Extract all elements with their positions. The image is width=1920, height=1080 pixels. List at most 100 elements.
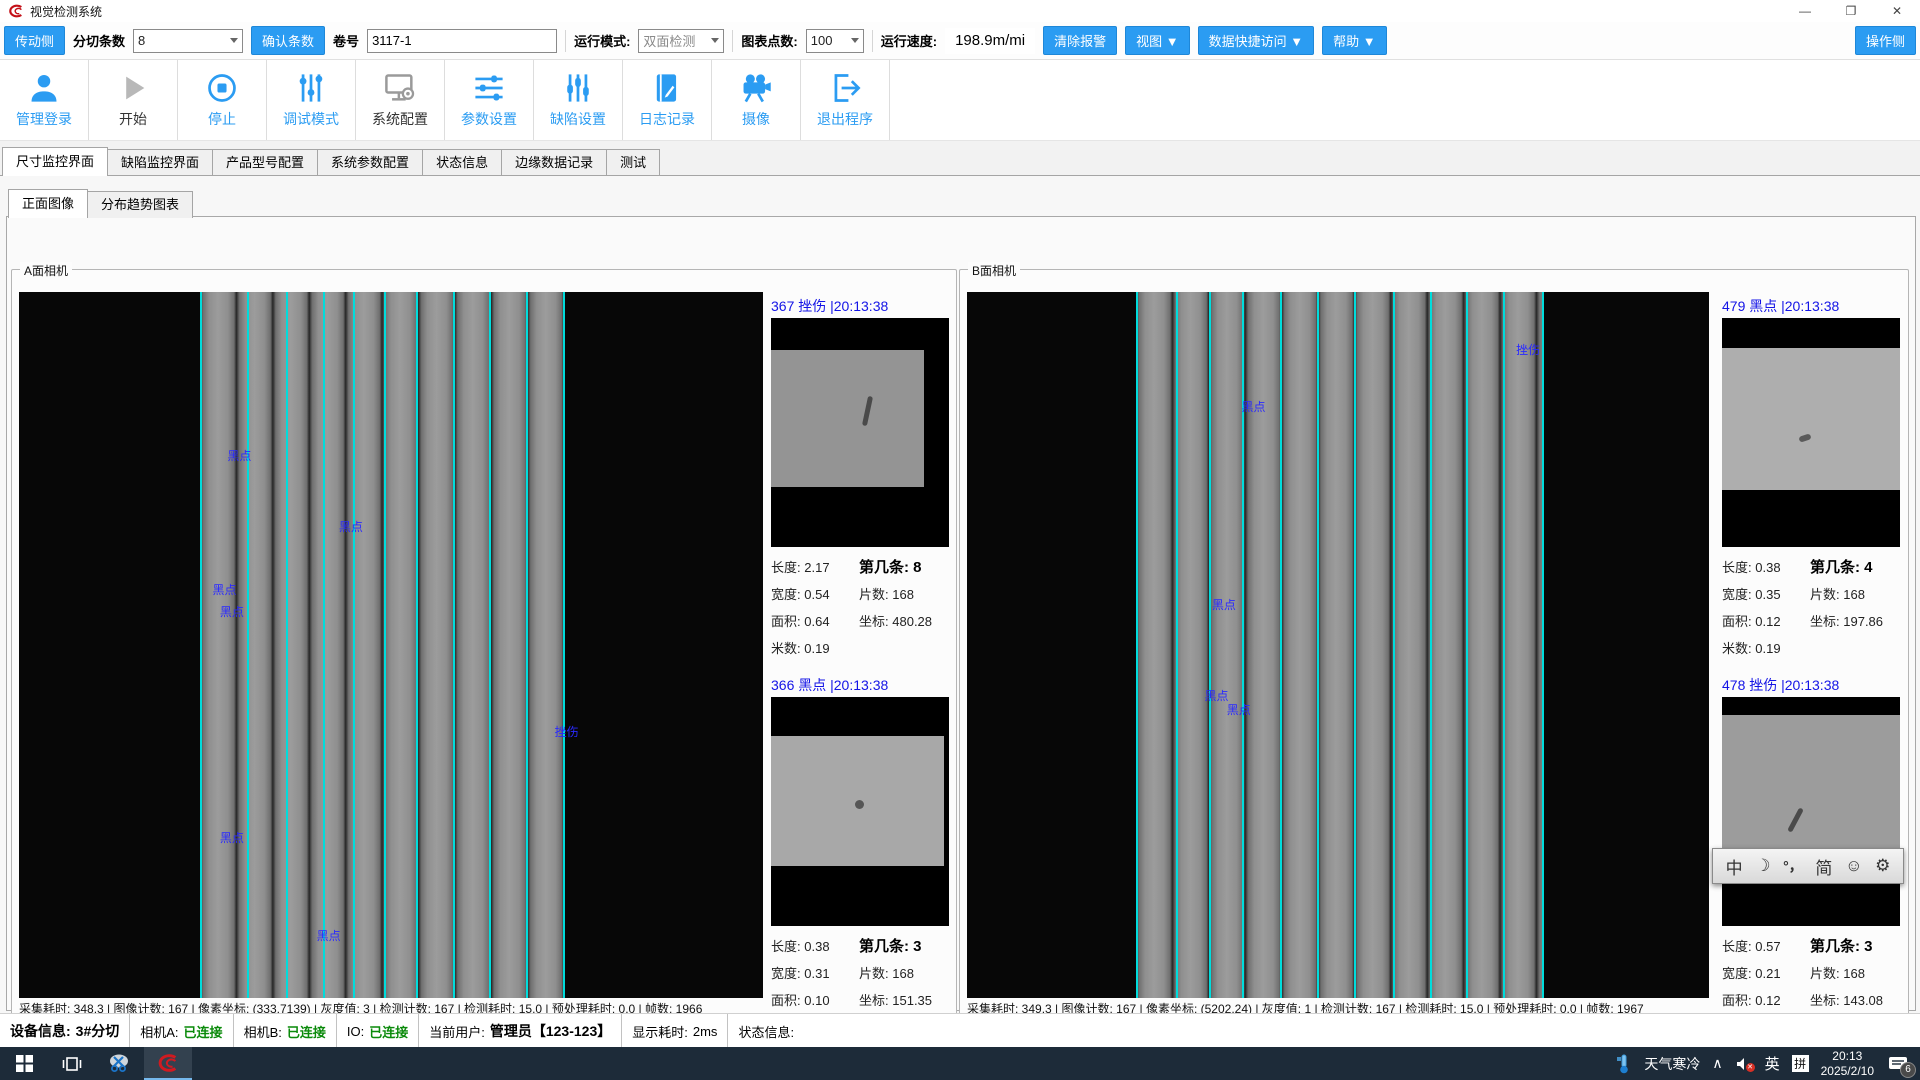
start-button[interactable] — [0, 1047, 48, 1080]
volume-muted-button[interactable]: ✕ — [1735, 1056, 1753, 1072]
mute-badge: ✕ — [1746, 1063, 1755, 1072]
tab-test[interactable]: 测试 — [606, 149, 660, 176]
task-view-button[interactable] — [48, 1047, 96, 1080]
camera-b-image[interactable]: 挫伤黑点黑点黑点黑点 — [967, 292, 1709, 998]
roll-number-input[interactable] — [367, 29, 557, 53]
clock[interactable]: 20:13 2025/2/10 — [1821, 1049, 1874, 1079]
start-button[interactable]: 开始 — [89, 60, 178, 140]
camera-a-image[interactable]: 黑点黑点黑点黑点挫伤黑点黑点 — [19, 292, 763, 998]
emoji-icon[interactable]: ☺ — [1845, 856, 1862, 876]
camera-a-panel-title: A面相机 — [20, 262, 72, 279]
display-time-value: 2ms — [693, 1024, 718, 1039]
close-button[interactable]: ✕ — [1874, 0, 1920, 22]
thermometer-icon — [1616, 1054, 1632, 1074]
parameter-settings-button[interactable]: 参数设置 — [445, 60, 534, 140]
stop-button[interactable]: 停止 — [178, 60, 267, 140]
strip-boundary-line — [1317, 292, 1319, 998]
stat-label: 第几条: — [1810, 938, 1860, 955]
stat-label: 宽度: — [771, 966, 801, 981]
stat-label: 长度: — [1722, 560, 1752, 575]
defect-card[interactable]: 367 挫伤 |20:13:38 长度: 2.17 第几条: 8 宽度: — [771, 296, 951, 661]
vision-app-taskbar-button[interactable] — [144, 1047, 192, 1080]
minimize-button[interactable]: — — [1782, 0, 1828, 22]
camera-b-panel: B面相机 挫伤黑点黑点黑点黑点 479 黑点 |20:13:38 长度: 0. — [959, 269, 1909, 1047]
operator-side-button[interactable]: 操作侧 — [1855, 26, 1916, 55]
restore-button[interactable]: ❐ — [1828, 0, 1874, 22]
ime-simplified-button[interactable]: 简 — [1815, 854, 1832, 879]
chart-points-select[interactable]: 100 — [806, 29, 864, 53]
camera-b-status-label: 相机B: — [244, 1022, 282, 1041]
subtab-front-image[interactable]: 正面图像 — [8, 189, 88, 218]
tab-edge-data-record[interactable]: 边缘数据记录 — [501, 149, 607, 176]
stat-label: 米数: — [771, 641, 801, 656]
strip-boundary-line — [1466, 292, 1468, 998]
exit-program-button[interactable]: 退出程序 — [801, 60, 890, 140]
drive-side-button[interactable]: 传动侧 — [4, 26, 65, 55]
admin-login-button[interactable]: 管理登录 — [0, 60, 89, 140]
language-indicator[interactable]: 英 — [1765, 1053, 1780, 1074]
defect-header: 478 挫伤 |20:13:38 — [1722, 675, 1902, 697]
strip-boundary-line — [384, 292, 386, 998]
moon-icon[interactable]: ☽ — [1755, 856, 1770, 876]
debug-mode-button[interactable]: 调试模式 — [267, 60, 356, 140]
run-mode-select[interactable]: 双面检测 — [638, 29, 724, 53]
chevron-down-icon — [230, 38, 238, 43]
view-menu-button[interactable]: 视图 ▼ — [1125, 26, 1189, 55]
confirm-strips-button[interactable]: 确认条数 — [251, 26, 325, 55]
system-config-button[interactable]: 系统配置 — [356, 60, 445, 140]
stat-label: 坐标: — [859, 614, 889, 629]
tune-vertical-icon — [293, 71, 329, 105]
tab-status-info[interactable]: 状态信息 — [422, 149, 502, 176]
ime-punctuation-button[interactable]: °， — [1783, 856, 1803, 876]
run-mode-label: 运行模式: — [574, 31, 630, 50]
defect-overlay-label: 黑点 — [227, 447, 251, 464]
strip-boundary-line — [1280, 292, 1282, 998]
weather-status[interactable]: 天气寒冷 — [1644, 1054, 1700, 1074]
stat-value: 0.64 — [804, 614, 829, 629]
defect-card[interactable]: 366 黑点 |20:13:38 长度: 0.38 第几条: 3 宽度: — [771, 675, 951, 1040]
tab-product-model-config[interactable]: 产品型号配置 — [212, 149, 318, 176]
windows-taskbar: 天气寒冷 ∧ ✕ 英 拼 20:13 2025/2/10 6 — [0, 1047, 1920, 1080]
defect-card[interactable]: 479 黑点 |20:13:38 长度: 0.38 第几条: 4 宽度: — [1722, 296, 1902, 661]
hidden-icons-chevron[interactable]: ∧ — [1712, 1055, 1722, 1072]
stat-label: 宽度: — [1722, 966, 1752, 981]
action-center-button[interactable]: 6 — [1886, 1053, 1910, 1075]
exit-icon — [827, 71, 863, 105]
defect-overlay-label: 黑点 — [220, 829, 244, 846]
data-quick-access-button[interactable]: 数据快捷访问 ▼ — [1198, 26, 1314, 55]
camera-a-status-label: 相机A: — [140, 1022, 178, 1041]
stat-label: 面积: — [771, 614, 801, 629]
stat-label: 面积: — [1722, 993, 1752, 1008]
system-tray: 天气寒冷 ∧ ✕ 英 拼 20:13 2025/2/10 6 — [1616, 1047, 1920, 1080]
defect-thumbnail — [1722, 697, 1900, 926]
tab-defect-monitor[interactable]: 缺陷监控界面 — [107, 149, 213, 176]
stat-value: 2.17 — [804, 560, 829, 575]
stat-value: 151.35 — [892, 993, 932, 1008]
log-record-button[interactable]: 日志记录 — [623, 60, 712, 140]
tab-size-monitor[interactable]: 尺寸监控界面 — [2, 147, 108, 176]
stat-label: 宽度: — [1722, 587, 1752, 602]
ime-chinese-mode-button[interactable]: 中 — [1726, 854, 1743, 879]
strip-boundary-line — [1176, 292, 1178, 998]
stat-value: 8 — [913, 559, 921, 576]
subtab-trend-chart[interactable]: 分布趋势图表 — [87, 191, 193, 218]
window-title: 视觉检测系统 — [30, 3, 102, 20]
stat-label: 面积: — [771, 993, 801, 1008]
snipping-tool-button[interactable] — [96, 1047, 144, 1080]
defect-settings-button[interactable]: 缺陷设置 — [534, 60, 623, 140]
clear-alarm-button[interactable]: 清除报警 — [1043, 26, 1117, 55]
content-area: 正面图像 分布趋势图表 A面相机 黑点黑点黑点黑点挫伤黑点黑点 367 挫伤 |… — [0, 175, 1920, 1014]
stat-value: 197.86 — [1843, 614, 1883, 629]
device-info-label: 设备信息: — [10, 1021, 71, 1041]
ime-mode-indicator[interactable]: 拼 — [1792, 1055, 1809, 1072]
gear-icon[interactable]: ⚙ — [1875, 856, 1890, 876]
current-user-value: 管理员【123-123】 — [490, 1021, 611, 1041]
help-menu-button[interactable]: 帮助 ▼ — [1322, 26, 1386, 55]
stat-value: 168 — [1843, 966, 1865, 981]
tab-system-param-config[interactable]: 系统参数配置 — [317, 149, 423, 176]
windows-logo-icon — [16, 1055, 33, 1072]
defect-overlay-label: 黑点 — [212, 581, 236, 598]
camera-capture-button[interactable]: 摄像 — [712, 60, 801, 140]
strip-count-select[interactable]: 8 — [133, 29, 243, 53]
task-view-icon — [62, 1055, 82, 1073]
